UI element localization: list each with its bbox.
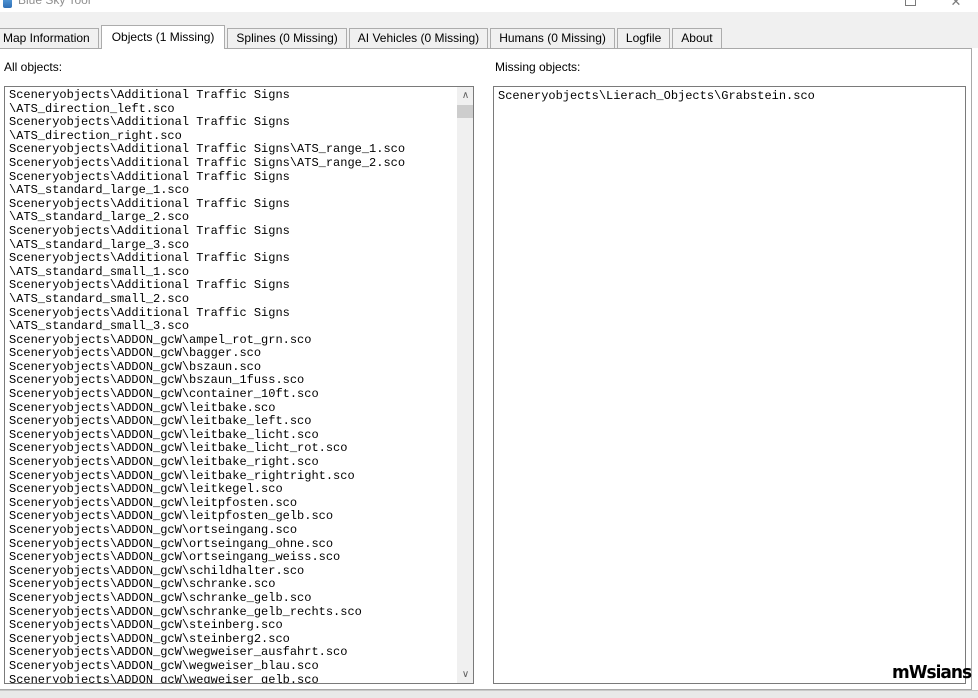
missing-objects-list[interactable]: Sceneryobjects\Lierach_Objects\Grabstein… bbox=[493, 86, 966, 684]
app-icon bbox=[3, 0, 12, 8]
tab-humans-0-missing[interactable]: Humans (0 Missing) bbox=[490, 28, 615, 48]
list-line: Sceneryobjects\ADDON_gcW\leitbake_rightr… bbox=[9, 470, 454, 484]
list-line: Sceneryobjects\Additional Traffic Signs bbox=[9, 116, 454, 130]
list-line: \ATS_standard_large_1.sco bbox=[9, 184, 454, 198]
list-line: Sceneryobjects\Additional Traffic Signs bbox=[9, 252, 454, 266]
all-objects-lines: Sceneryobjects\Additional Traffic Signs\… bbox=[9, 89, 454, 684]
tab-strip: Map Information Objects (1 Missing) Spline… bbox=[0, 24, 724, 48]
list-line: Sceneryobjects\ADDON_gcW\leitkegel.sco bbox=[9, 483, 454, 497]
list-line: Sceneryobjects\ADDON_gcW\leitbake_left.s… bbox=[9, 415, 454, 429]
tab-logfile[interactable]: Logfile bbox=[617, 28, 670, 48]
tab-label: Objects (1 Missing) bbox=[112, 30, 215, 44]
list-line: Sceneryobjects\Additional Traffic Signs\… bbox=[9, 143, 454, 157]
page-edge-highlight bbox=[972, 48, 978, 690]
tab-label: Humans (0 Missing) bbox=[499, 31, 606, 45]
tab-label: Map Information bbox=[3, 31, 90, 45]
list-line: Sceneryobjects\ADDON_gcW\leitbake.sco bbox=[9, 402, 454, 416]
tab-splines-0-missing[interactable]: Splines (0 Missing) bbox=[227, 28, 346, 48]
tab-label: AI Vehicles (0 Missing) bbox=[358, 31, 479, 45]
list-line: \ATS_standard_large_3.sco bbox=[9, 239, 454, 253]
list-line: Sceneryobjects\ADDON_gcW\wegweiser_gelb.… bbox=[9, 674, 454, 684]
list-line: Sceneryobjects\Additional Traffic Signs\… bbox=[9, 157, 454, 171]
screenshot-root: Blue Sky Tool ✕ Map Information Objects (… bbox=[0, 0, 978, 698]
window-title: Blue Sky Tool bbox=[18, 0, 91, 7]
close-icon[interactable]: ✕ bbox=[948, 0, 964, 11]
scroll-up-icon[interactable]: ∧ bbox=[457, 87, 474, 104]
scroll-down-icon[interactable]: ∨ bbox=[457, 666, 474, 683]
list-line: Sceneryobjects\ADDON_gcW\ampel_rot_grn.s… bbox=[9, 334, 454, 348]
list-line: \ATS_standard_small_2.sco bbox=[9, 293, 454, 307]
tab-about[interactable]: About bbox=[672, 28, 721, 48]
list-line: Sceneryobjects\ADDON_gcW\schildhalter.sc… bbox=[9, 565, 454, 579]
list-line: Sceneryobjects\ADDON_gcW\schranke_gelb_r… bbox=[9, 606, 454, 620]
maximize-icon[interactable] bbox=[905, 0, 916, 6]
list-line: Sceneryobjects\ADDON_gcW\leitbake_right.… bbox=[9, 456, 454, 470]
missing-objects-label: Missing objects: bbox=[495, 60, 580, 74]
list-line: Sceneryobjects\ADDON_gcW\leitbake_licht_… bbox=[9, 442, 454, 456]
title-bar: Blue Sky Tool ✕ bbox=[0, 0, 978, 12]
list-line: Sceneryobjects\ADDON_gcW\leitpfosten.sco bbox=[9, 497, 454, 511]
list-line: Sceneryobjects\ADDON_gcW\wegweiser_blau.… bbox=[9, 660, 454, 674]
list-line: \ATS_standard_small_1.sco bbox=[9, 266, 454, 280]
objects-tab-page: All objects: Missing objects: Sceneryobj… bbox=[0, 48, 972, 690]
list-line: Sceneryobjects\ADDON_gcW\bszaun_1fuss.sc… bbox=[9, 374, 454, 388]
watermark: mWsians bbox=[892, 663, 971, 684]
tab-label: Logfile bbox=[626, 31, 661, 45]
tab-map-information[interactable]: Map Information bbox=[0, 28, 99, 48]
list-line: Sceneryobjects\ADDON_gcW\leitbake_licht.… bbox=[9, 429, 454, 443]
scrollbar-thumb[interactable] bbox=[457, 105, 474, 118]
vertical-scrollbar[interactable]: ∧ ∨ bbox=[456, 87, 473, 683]
list-line: Sceneryobjects\Additional Traffic Signs bbox=[9, 198, 454, 212]
missing-objects-lines: Sceneryobjects\Lierach_Objects\Grabstein… bbox=[498, 90, 962, 104]
list-line: \ATS_standard_large_2.sco bbox=[9, 211, 454, 225]
list-line: Sceneryobjects\ADDON_gcW\container_10ft.… bbox=[9, 388, 454, 402]
list-line: Sceneryobjects\ADDON_gcW\schranke.sco bbox=[9, 578, 454, 592]
list-line: \ATS_direction_right.sco bbox=[9, 130, 454, 144]
list-line: Sceneryobjects\ADDON_gcW\ortseingang_ohn… bbox=[9, 538, 454, 552]
list-line: \ATS_standard_small_3.sco bbox=[9, 320, 454, 334]
list-line: Sceneryobjects\Additional Traffic Signs bbox=[9, 279, 454, 293]
list-line: Sceneryobjects\ADDON_gcW\steinberg.sco bbox=[9, 619, 454, 633]
list-line: \ATS_direction_left.sco bbox=[9, 103, 454, 117]
list-line: Sceneryobjects\ADDON_gcW\bagger.sco bbox=[9, 347, 454, 361]
list-line: Sceneryobjects\Additional Traffic Signs bbox=[9, 307, 454, 321]
window-body: Map Information Objects (1 Missing) Spline… bbox=[0, 12, 978, 691]
tab-objects-1-missing[interactable]: Objects (1 Missing) bbox=[101, 25, 226, 49]
list-line: Sceneryobjects\ADDON_gcW\steinberg2.sco bbox=[9, 633, 454, 647]
list-line: Sceneryobjects\Lierach_Objects\Grabstein… bbox=[498, 90, 962, 104]
tab-label: About bbox=[681, 31, 712, 45]
list-line: Sceneryobjects\Additional Traffic Signs bbox=[9, 171, 454, 185]
list-line: Sceneryobjects\ADDON_gcW\wegweiser_ausfa… bbox=[9, 646, 454, 660]
list-line: Sceneryobjects\ADDON_gcW\bszaun.sco bbox=[9, 361, 454, 375]
tab-label: Splines (0 Missing) bbox=[236, 31, 337, 45]
list-line: Sceneryobjects\ADDON_gcW\ortseingang.sco bbox=[9, 524, 454, 538]
list-line: Sceneryobjects\Additional Traffic Signs bbox=[9, 89, 454, 103]
list-line: Sceneryobjects\ADDON_gcW\schranke_gelb.s… bbox=[9, 592, 454, 606]
list-line: Sceneryobjects\ADDON_gcW\leitpfosten_gel… bbox=[9, 510, 454, 524]
all-objects-label: All objects: bbox=[4, 60, 62, 74]
list-line: Sceneryobjects\Additional Traffic Signs bbox=[9, 225, 454, 239]
all-objects-list[interactable]: Sceneryobjects\Additional Traffic Signs\… bbox=[4, 86, 474, 684]
tab-ai-vehicles-0-missing[interactable]: AI Vehicles (0 Missing) bbox=[349, 28, 488, 48]
list-line: Sceneryobjects\ADDON_gcW\ortseingang_wei… bbox=[9, 551, 454, 565]
